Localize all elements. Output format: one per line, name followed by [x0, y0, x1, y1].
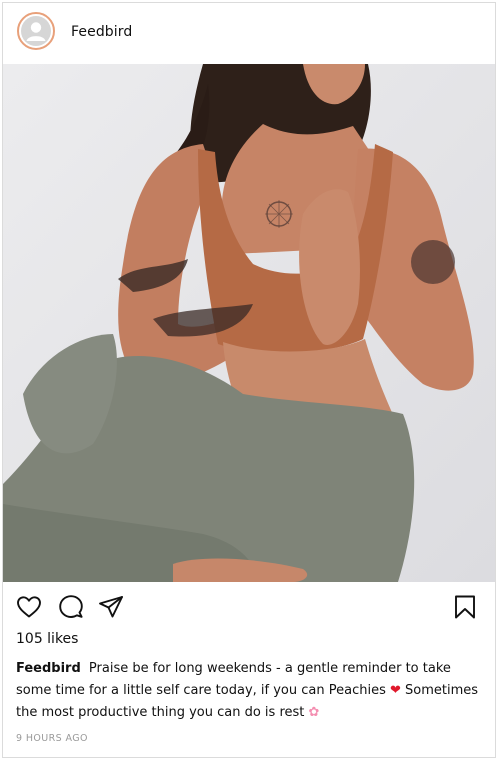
save-button[interactable]	[451, 593, 479, 621]
yoga-pose-photo	[3, 64, 495, 582]
post-username[interactable]: Feedbird	[71, 24, 132, 40]
share-button[interactable]	[97, 593, 125, 621]
comment-icon	[59, 595, 83, 618]
likes-count[interactable]: 105 likes	[16, 631, 78, 647]
bookmark-icon	[455, 595, 475, 619]
caption-username[interactable]: Feedbird	[16, 661, 81, 676]
comment-button[interactable]	[57, 593, 85, 621]
caption-text-line1: Praise be for long weekends - a gentle r…	[16, 661, 451, 698]
red-heart-emoji-icon: ❤	[390, 683, 401, 698]
post-timestamp: 9 HOURS AGO	[16, 733, 88, 744]
paper-plane-icon	[99, 596, 123, 618]
user-placeholder-icon	[21, 16, 51, 46]
instagram-post-card: Feedbird 105 likes Feedbird Praise be fo…	[2, 2, 496, 758]
heart-icon	[17, 596, 41, 618]
cherry-blossom-emoji-icon: ✿	[308, 705, 320, 720]
post-header: Feedbird	[3, 3, 495, 63]
post-actions-bar	[3, 589, 495, 625]
like-button[interactable]	[15, 593, 43, 621]
profile-avatar[interactable]	[17, 12, 55, 50]
post-image[interactable]	[3, 64, 495, 582]
post-caption: Feedbird Praise be for long weekends - a…	[16, 658, 484, 724]
